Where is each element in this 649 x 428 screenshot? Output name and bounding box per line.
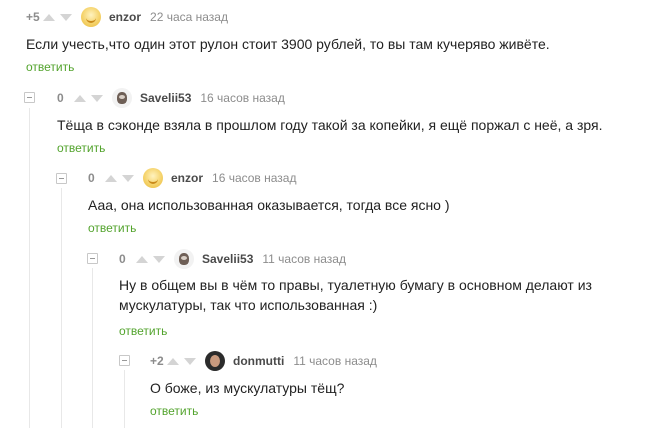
username[interactable]: donmutti <box>233 354 284 368</box>
comment-text-line: мускулатуры, так что использованная :) <box>119 297 378 313</box>
vote-down-icon[interactable] <box>184 357 196 365</box>
timestamp[interactable]: 22 часа назад <box>150 10 228 24</box>
vote-up-icon[interactable] <box>43 13 55 21</box>
comment-header: 0 Savelii53 16 часов назад <box>57 86 285 110</box>
timestamp[interactable]: 16 часов назад <box>200 91 284 105</box>
reply-link[interactable]: ответить <box>26 60 74 74</box>
comment-header: +5 enzor 22 часа назад <box>26 5 228 29</box>
comment-text-line: Тёща в сэконде взяла в прошлом году тако… <box>57 117 603 133</box>
collapse-button[interactable] <box>87 253 98 264</box>
comment-text: Тёща в сэконде взяла в прошлом году тако… <box>57 115 602 135</box>
timestamp[interactable]: 16 часов назад <box>212 171 296 185</box>
vote-up-icon[interactable] <box>105 174 117 182</box>
thread-line[interactable] <box>92 268 93 428</box>
raccoon-avatar-icon[interactable] <box>112 88 132 108</box>
reply-link[interactable]: ответить <box>57 141 105 155</box>
comment-text: Ну в общем вы в чём то правы, туалетную … <box>119 275 592 315</box>
vote-up-icon[interactable] <box>136 255 148 263</box>
timestamp[interactable]: 11 часов назад <box>293 354 377 368</box>
vote-down-icon[interactable] <box>60 13 72 21</box>
vote-down-icon[interactable] <box>153 255 165 263</box>
thread-line[interactable] <box>29 108 30 428</box>
comment-text: О боже, из мускулатуры тёщ? <box>150 378 344 398</box>
collapse-button[interactable] <box>56 173 67 184</box>
reply-link[interactable]: ответить <box>150 404 198 418</box>
rating-value: +5 <box>26 10 40 24</box>
person-photo-avatar-icon[interactable] <box>205 351 225 371</box>
username[interactable]: enzor <box>171 171 203 185</box>
comment-header: 0 enzor 16 часов назад <box>88 166 296 190</box>
comment-header: 0 Savelii53 11 часов назад <box>119 247 346 271</box>
comment-text-line: О боже, из мускулатуры тёщ? <box>150 380 345 396</box>
raccoon-avatar-icon[interactable] <box>174 249 194 269</box>
rating-value: 0 <box>88 171 95 185</box>
comment-text: Если учесть,что один этот рулон стоит 39… <box>26 34 550 54</box>
username[interactable]: enzor <box>109 10 141 24</box>
collapse-button[interactable] <box>24 92 35 103</box>
smiling-sun-avatar-icon[interactable] <box>81 7 101 27</box>
comment-header: +2 donmutti 11 часов назад <box>150 349 377 373</box>
thread-line[interactable] <box>61 188 62 428</box>
comment-text-line: Ааа, она использованная оказывается, тог… <box>88 197 450 213</box>
username[interactable]: Savelii53 <box>140 91 191 105</box>
vote-up-icon[interactable] <box>167 357 179 365</box>
rating-value: 0 <box>57 91 64 105</box>
vote-down-icon[interactable] <box>91 94 103 102</box>
vote-up-icon[interactable] <box>74 94 86 102</box>
reply-link[interactable]: ответить <box>88 221 136 235</box>
reply-link[interactable]: ответить <box>119 324 167 338</box>
timestamp[interactable]: 11 часов назад <box>262 252 346 266</box>
comment-text-line: Ну в общем вы в чём то правы, туалетную … <box>119 277 592 293</box>
smiling-sun-avatar-icon[interactable] <box>143 168 163 188</box>
username[interactable]: Savelii53 <box>202 252 253 266</box>
comment-thread: +5 enzor 22 часа назад Если учесть,что о… <box>0 0 649 428</box>
vote-down-icon[interactable] <box>122 174 134 182</box>
rating-value: +2 <box>150 354 164 368</box>
rating-value: 0 <box>119 252 126 266</box>
thread-line[interactable] <box>124 370 125 428</box>
comment-text-line: Если учесть,что один этот рулон стоит 39… <box>26 36 550 52</box>
comment-text: Ааа, она использованная оказывается, тог… <box>88 195 450 215</box>
collapse-button[interactable] <box>119 355 130 366</box>
